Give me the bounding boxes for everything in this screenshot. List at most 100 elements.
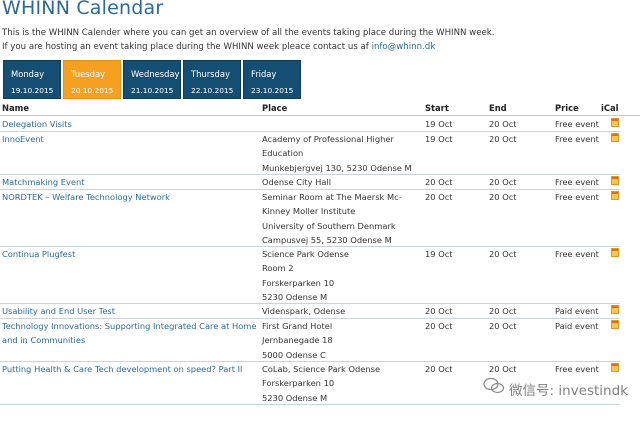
table-row: Delegation Visits 19 Oct 20 Oct Free eve… bbox=[0, 117, 620, 132]
event-price: Free event bbox=[555, 364, 599, 374]
event-price: Paid event bbox=[555, 306, 599, 316]
place-line: Forskerparken 10 bbox=[262, 277, 335, 288]
event-name-link[interactable]: Matchmaking Event bbox=[2, 175, 260, 189]
tab-day-label: Wednesday bbox=[131, 69, 180, 79]
table-row: Usability and End User Test Videnspark, … bbox=[0, 304, 620, 319]
event-place: Academy of Professional Higher Education… bbox=[262, 132, 422, 175]
tab-day-label: Friday bbox=[251, 69, 277, 79]
event-price: Free event bbox=[555, 119, 599, 129]
calendar-icon[interactable] bbox=[611, 363, 619, 372]
calendar-icon[interactable] bbox=[611, 176, 619, 185]
contact-text: If you are hosting an event taking place… bbox=[2, 42, 435, 52]
event-price: Free event bbox=[555, 134, 599, 144]
column-header-name: Name bbox=[2, 103, 30, 113]
event-place: Videnspark, Odense bbox=[262, 306, 346, 316]
tab-friday[interactable]: Friday 23.10.2015 bbox=[243, 60, 301, 99]
column-header-ical: iCal bbox=[601, 103, 619, 113]
event-place: First Grand Hotel Jernbanegade 18 5000 O… bbox=[262, 319, 422, 362]
table-row: Matchmaking Event Odense City Hall 20 Oc… bbox=[0, 175, 620, 190]
tab-date-label: 23.10.2015 bbox=[251, 86, 294, 95]
event-place: Odense City Hall bbox=[262, 177, 332, 187]
column-header-price: Price bbox=[555, 103, 579, 113]
page-title: WHINN Calendar bbox=[2, 0, 164, 19]
table-header: Name Place Start End Price iCal bbox=[0, 103, 640, 116]
calendar-icon[interactable] bbox=[611, 248, 619, 257]
event-name-link[interactable]: Putting Health & Care Tech development o… bbox=[2, 362, 260, 376]
event-start: 20 Oct bbox=[425, 321, 453, 331]
place-line: Campusvej 55, 5230 Odense M bbox=[262, 234, 392, 245]
event-end: 20 Oct bbox=[489, 364, 517, 374]
event-start: 19 Oct bbox=[425, 119, 453, 129]
intro-text: This is the WHINN Calender where you can… bbox=[2, 28, 495, 38]
calendar-icon[interactable] bbox=[611, 191, 619, 200]
event-end: 20 Oct bbox=[489, 192, 517, 202]
table-row: InnoEvent Academy of Professional Higher… bbox=[0, 132, 620, 175]
place-line: 5230 Odense M bbox=[262, 392, 328, 403]
contact-text-label: If you are hosting an event taking place… bbox=[2, 42, 369, 52]
event-end: 20 Oct bbox=[489, 306, 517, 316]
event-start: 19 Oct bbox=[425, 134, 453, 144]
event-price: Paid event bbox=[555, 321, 599, 331]
place-line: Education bbox=[262, 148, 304, 159]
place-line: Kinney Moller Institute bbox=[262, 206, 356, 217]
event-name-link[interactable]: NORDTEK – Welfare Technology Network bbox=[2, 190, 260, 204]
calendar-icon[interactable] bbox=[611, 305, 619, 314]
contact-email-link[interactable]: info@whinn.dk bbox=[372, 42, 436, 52]
tab-date-label: 22.10.2015 bbox=[191, 86, 234, 95]
table-row: Technology Innovations: Supporting Integ… bbox=[0, 319, 620, 362]
event-end: 20 Oct bbox=[489, 134, 517, 144]
event-start: 19 Oct bbox=[425, 249, 453, 259]
place-line: Academy of Professional Higher bbox=[262, 134, 394, 144]
place-line: University of Southern Denmark bbox=[262, 220, 396, 231]
event-name-link[interactable]: Technology Innovations: Supporting Integ… bbox=[2, 319, 260, 348]
event-end: 20 Oct bbox=[489, 177, 517, 187]
event-end: 20 Oct bbox=[489, 321, 517, 331]
wechat-icon bbox=[483, 377, 505, 394]
tab-date-label: 19.10.2015 bbox=[11, 86, 54, 95]
place-line: Munkebjergvej 130, 5230 Odense M bbox=[262, 162, 412, 173]
event-start: 20 Oct bbox=[425, 177, 453, 187]
event-place: Seminar Room at The Maersk Mc- Kinney Mo… bbox=[262, 190, 422, 247]
event-name-link[interactable]: Continua Plugfest bbox=[2, 247, 260, 261]
column-header-place: Place bbox=[262, 103, 288, 113]
place-line: CoLab, Science Park Odense bbox=[262, 364, 381, 374]
event-start: 20 Oct bbox=[425, 306, 453, 316]
place-line: Seminar Room at The Maersk Mc- bbox=[262, 192, 402, 202]
tab-day-label: Thursday bbox=[191, 69, 230, 79]
tab-date-label: 21.10.2015 bbox=[131, 86, 174, 95]
place-line: First Grand Hotel bbox=[262, 321, 333, 331]
place-line: Jernbanegade 18 bbox=[262, 335, 333, 346]
event-name-link[interactable]: InnoEvent bbox=[2, 132, 260, 146]
watermark-text: 微信号: investindk bbox=[509, 383, 628, 399]
event-name-link[interactable]: Usability and End User Test bbox=[2, 304, 260, 318]
column-header-start: Start bbox=[425, 103, 449, 113]
event-price: Free event bbox=[555, 249, 599, 259]
event-price: Free event bbox=[555, 192, 599, 202]
calendar-icon[interactable] bbox=[611, 118, 619, 127]
tab-thursday[interactable]: Thursday 22.10.2015 bbox=[183, 60, 241, 99]
calendar-icon[interactable] bbox=[611, 320, 619, 329]
event-place: Science Park Odense Room 2 Forskerparken… bbox=[262, 247, 422, 304]
table-row: NORDTEK – Welfare Technology Network Sem… bbox=[0, 190, 620, 247]
place-line: Forskerparken 10 bbox=[262, 378, 335, 389]
tab-date-label: 20.10.2015 bbox=[71, 86, 114, 95]
event-name-link[interactable]: Delegation Visits bbox=[2, 117, 260, 131]
calendar-icon[interactable] bbox=[611, 133, 619, 142]
event-place: CoLab, Science Park Odense Forskerparken… bbox=[262, 362, 422, 405]
tab-monday[interactable]: Monday 19.10.2015 bbox=[3, 60, 61, 99]
event-price: Free event bbox=[555, 177, 599, 187]
day-tabs: Monday 19.10.2015 Tuesday 20.10.2015 Wed… bbox=[3, 60, 301, 99]
place-line: Science Park Odense bbox=[262, 249, 349, 259]
event-end: 20 Oct bbox=[489, 249, 517, 259]
place-line: 5230 Odense M bbox=[262, 291, 328, 302]
tab-wednesday[interactable]: Wednesday 21.10.2015 bbox=[123, 60, 181, 99]
tab-tuesday[interactable]: Tuesday 20.10.2015 bbox=[63, 60, 121, 99]
tab-day-label: Tuesday bbox=[71, 69, 106, 79]
event-start: 20 Oct bbox=[425, 192, 453, 202]
event-start: 20 Oct bbox=[425, 364, 453, 374]
place-line: Room 2 bbox=[262, 263, 294, 274]
watermark: 微信号: investindk bbox=[483, 377, 628, 399]
tab-day-label: Monday bbox=[11, 69, 45, 79]
column-header-end: End bbox=[489, 103, 507, 113]
event-end: 20 Oct bbox=[489, 119, 517, 129]
